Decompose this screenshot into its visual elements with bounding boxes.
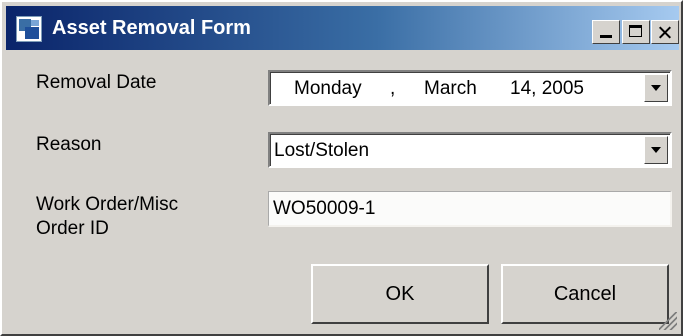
removal-date-label: Removal Date: [36, 72, 157, 93]
removal-date-picker[interactable]: Monday , March 14, 2005: [268, 70, 672, 106]
minimize-icon[interactable]: [592, 20, 620, 44]
resize-grip-icon[interactable]: [659, 312, 677, 330]
work-order-id-value: WO50009-1: [273, 198, 376, 219]
app-icon[interactable]: [16, 16, 42, 42]
work-order-label: Work Order/Misc: [36, 194, 179, 215]
date-day[interactable]: Monday: [294, 78, 362, 100]
date-separator: ,: [390, 78, 396, 99]
ok-button[interactable]: OK: [311, 264, 489, 324]
cancel-button[interactable]: Cancel: [501, 264, 669, 324]
work-order-id-field[interactable]: WO50009-1: [268, 191, 672, 227]
reason-select[interactable]: Lost/Stolen: [268, 132, 672, 168]
title-bar[interactable]: Asset Removal Form: [6, 6, 679, 50]
window-title: Asset Removal Form: [52, 17, 251, 39]
date-month[interactable]: March: [424, 78, 477, 100]
close-icon[interactable]: [651, 20, 679, 44]
reason-label: Reason: [36, 134, 102, 155]
reason-dropdown-arrow-icon[interactable]: [644, 136, 668, 164]
asset-removal-window: Asset Removal Form Removal Date Monday ,…: [0, 0, 683, 336]
date-day-year[interactable]: 14, 2005: [510, 78, 584, 100]
reason-selected-value: Lost/Stolen: [274, 140, 370, 161]
date-dropdown-arrow-icon[interactable]: [644, 74, 668, 102]
work-order-label-line2: Order ID: [36, 218, 109, 239]
maximize-icon[interactable]: [622, 20, 650, 44]
